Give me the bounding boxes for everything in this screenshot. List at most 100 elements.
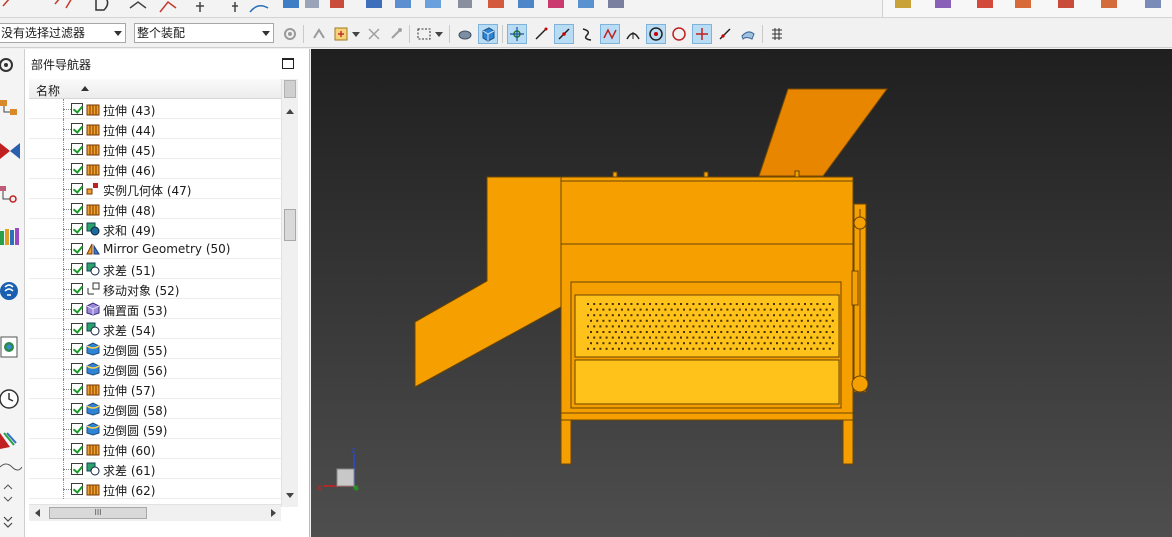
tree-row[interactable]: 求差 (61) (29, 459, 281, 479)
tree-row[interactable]: 边倒圆 (56) (29, 359, 281, 379)
sieve-hole (791, 303, 794, 305)
pin-icon[interactable] (386, 24, 406, 44)
tree-row[interactable]: 边倒圆 (59) (29, 419, 281, 439)
discharge-chute (414, 176, 562, 388)
tree-row[interactable]: 移动对象 (52) (29, 279, 281, 299)
sieve-hole (621, 342, 623, 345)
filter-settings-icon[interactable] (280, 24, 300, 44)
visibility-checkbox[interactable] (71, 343, 83, 355)
selection-filter-dropdown[interactable]: 没有选择过滤器 (0, 23, 126, 43)
snap-on-surface-icon[interactable] (738, 24, 758, 44)
tree-row[interactable]: 边倒圆 (55) (29, 339, 281, 359)
snap-quadrant-icon[interactable] (669, 24, 689, 44)
visibility-checkbox[interactable] (71, 443, 83, 455)
assembly-navigator-icon[interactable] (0, 97, 22, 121)
history-icon[interactable] (0, 387, 22, 411)
tree-row[interactable]: 实例几何体 (47) (29, 179, 281, 199)
graphics-viewport[interactable]: z x (311, 49, 1172, 537)
snap-control-point-icon[interactable] (577, 24, 597, 44)
scroll-right-arrow-icon[interactable] (265, 505, 281, 521)
tree-row[interactable]: 拉伸 (48) (29, 199, 281, 219)
constraint-navigator-icon[interactable] (0, 139, 22, 163)
tree-row[interactable]: 偏置面 (53) (29, 299, 281, 319)
snap-mid-point-icon[interactable] (554, 24, 574, 44)
tree-row[interactable]: 拉伸 (60) (29, 439, 281, 459)
rectangle-select-icon[interactable] (414, 24, 434, 44)
scroll-left-arrow-icon[interactable] (29, 505, 45, 521)
column-header-name[interactable]: 名称 (29, 79, 281, 99)
vertical-scrollbar[interactable] (281, 79, 298, 507)
gear-icon[interactable] (0, 53, 22, 77)
tree-row[interactable]: 拉伸 (44) (29, 119, 281, 139)
snap-end-point-icon[interactable] (531, 24, 551, 44)
snap-settings-icon[interactable] (309, 24, 329, 44)
snap-arc-center-icon[interactable] (623, 24, 643, 44)
system-materials-icon[interactable] (0, 429, 22, 453)
process-studio-icon[interactable] (0, 459, 22, 483)
tree-row[interactable]: 拉伸 (45) (29, 139, 281, 159)
tree-row[interactable]: 求差 (54) (29, 319, 281, 339)
role-icon[interactable] (0, 481, 22, 505)
snap-intersection-icon[interactable] (600, 24, 620, 44)
visibility-checkbox[interactable] (71, 383, 83, 395)
visibility-checkbox[interactable] (71, 203, 83, 215)
visibility-checkbox[interactable] (71, 103, 83, 115)
scroll-thumb[interactable] (284, 209, 296, 241)
tree-row[interactable]: Mirror Geometry (50) (29, 239, 281, 259)
select-body-icon[interactable] (455, 24, 475, 44)
sieve-hole (748, 347, 751, 350)
visibility-checkbox[interactable] (71, 363, 83, 375)
chevron-down-icon[interactable] (351, 24, 361, 44)
tree-row[interactable]: 拉伸 (57) (29, 379, 281, 399)
visibility-checkbox[interactable] (71, 263, 83, 275)
sieve-hole (804, 336, 806, 339)
snap-center-icon[interactable] (646, 24, 666, 44)
part-navigator-icon[interactable] (0, 183, 22, 207)
reuse-library-icon[interactable] (0, 225, 22, 249)
web-browser-icon[interactable] (0, 335, 22, 359)
tree-row[interactable]: 拉伸 (43) (29, 99, 281, 119)
visibility-checkbox[interactable] (71, 143, 83, 155)
visibility-checkbox[interactable] (71, 223, 83, 235)
visibility-checkbox[interactable] (71, 423, 83, 435)
snap-existing-point-icon[interactable] (692, 24, 712, 44)
sieve-hole (717, 303, 720, 305)
assembly-scope-dropdown[interactable]: 整个装配 (134, 23, 274, 43)
snap-all-points-icon[interactable] (507, 24, 527, 44)
maximize-icon[interactable] (282, 58, 294, 69)
tree-row[interactable]: 边倒圆 (58) (29, 399, 281, 419)
visibility-checkbox[interactable] (71, 323, 83, 335)
visibility-checkbox[interactable] (71, 483, 83, 495)
horizontal-scrollbar[interactable]: III (29, 504, 281, 521)
snap-on-curve-icon[interactable] (715, 24, 735, 44)
sieve-hole (686, 303, 689, 305)
sieve-hole (800, 331, 803, 333)
resource-bar-chevron-icon[interactable] (0, 511, 22, 535)
visibility-checkbox[interactable] (71, 163, 83, 175)
select-solid-icon[interactable] (478, 24, 498, 44)
visibility-checkbox[interactable] (71, 283, 83, 295)
visibility-checkbox[interactable] (71, 463, 83, 475)
sieve-hole (667, 314, 670, 317)
toggle-snap-icon[interactable] (767, 24, 787, 44)
hd3d-tools-icon[interactable] (0, 279, 22, 303)
chevron-down-icon[interactable] (434, 24, 444, 44)
visibility-checkbox[interactable] (71, 303, 83, 315)
visibility-checkbox[interactable] (71, 123, 83, 135)
feature-label: 边倒圆 (58) (103, 404, 168, 418)
tree-row[interactable]: 拉伸 (46) (29, 159, 281, 179)
point-snap-icon[interactable] (364, 24, 384, 44)
scroll-up-arrow-icon[interactable] (282, 103, 298, 120)
sieve-hole (596, 331, 599, 333)
horizontal-scroll-thumb[interactable]: III (49, 507, 147, 519)
scroll-down-arrow-icon[interactable] (282, 487, 298, 504)
tree-row[interactable]: 拉伸 (62) (29, 479, 281, 499)
visibility-checkbox[interactable] (71, 403, 83, 415)
visibility-checkbox[interactable] (71, 243, 83, 255)
select-feature-icon[interactable] (331, 24, 351, 44)
sieve-hole (791, 336, 794, 339)
tree-row[interactable]: 求差 (51) (29, 259, 281, 279)
sieve-hole (776, 331, 778, 333)
tree-row[interactable]: 求和 (49) (29, 219, 281, 239)
visibility-checkbox[interactable] (71, 183, 83, 195)
